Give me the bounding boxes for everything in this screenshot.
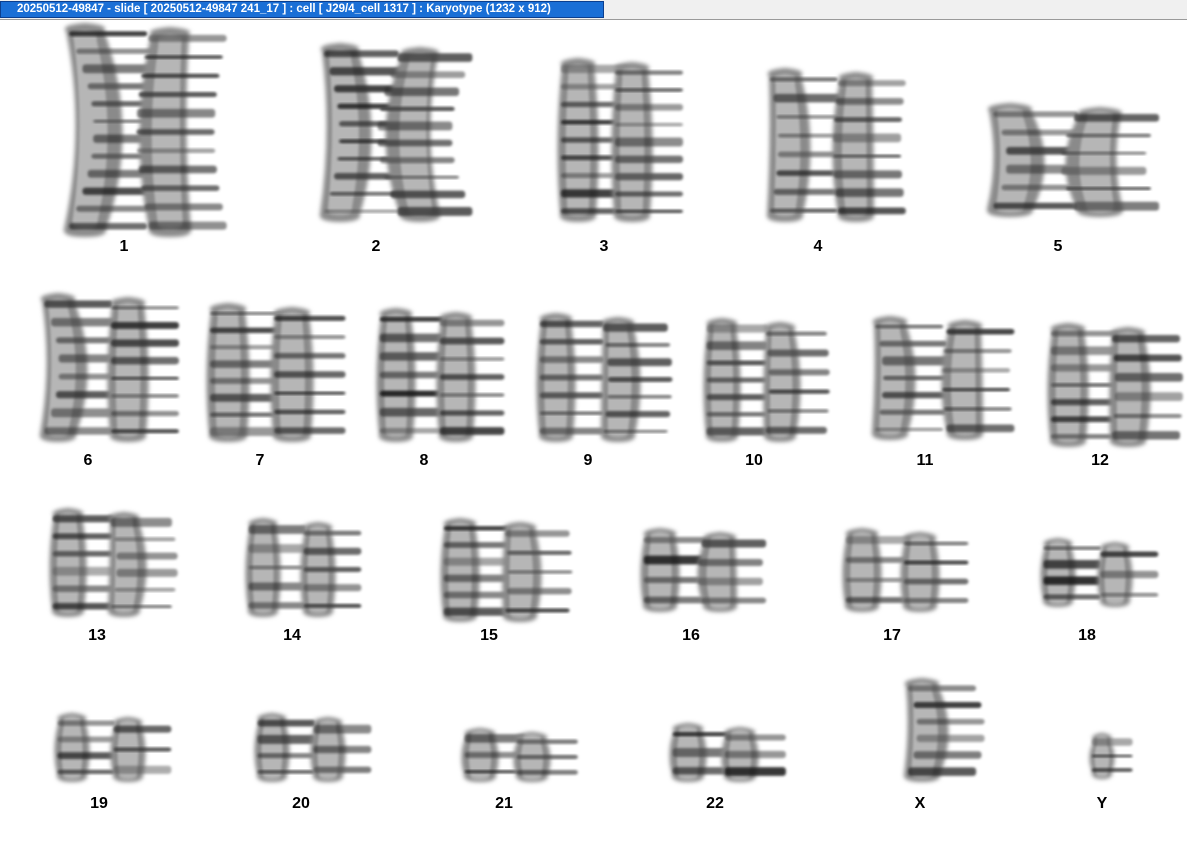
chromosome-label-x: X	[914, 795, 926, 812]
chromosome-19-b	[110, 717, 172, 782]
chromosome-14-a	[245, 518, 307, 617]
chromosome-2-b	[377, 47, 473, 222]
chromosome-y	[1089, 733, 1133, 779]
chromosome-21-a	[461, 728, 526, 782]
chromosome-label-19: 19	[90, 795, 108, 812]
chromosome-label-16: 16	[682, 627, 700, 644]
chromosome-9-a	[536, 313, 605, 442]
chromosome-6-b	[107, 297, 179, 442]
chromosome-3-b	[611, 62, 683, 222]
chromosome-21-b	[513, 732, 578, 782]
chromosome-label-20: 20	[292, 795, 310, 812]
chromosome-17-b	[900, 532, 969, 612]
chromosome-16-a	[640, 528, 709, 612]
karyotype-canvas: 1 2 3 4 5 6 7 8 9 10 11 12 13 14 15 16 17 18 19 20 21 22 X Y	[0, 20, 1187, 841]
chromosome-15-a	[440, 518, 509, 622]
chromosome-6-a	[39, 293, 127, 442]
chromosome-label-2: 2	[371, 238, 381, 255]
chromosome-20-b	[310, 717, 372, 782]
chromosome-label-7: 7	[255, 452, 265, 469]
chromosome-label-11: 11	[916, 452, 934, 469]
chromosome-label-15: 15	[480, 627, 498, 644]
chromosome-10-b	[763, 322, 830, 442]
chromosome-label-y: Y	[1096, 795, 1108, 812]
chromosome-label-21: 21	[495, 795, 513, 812]
window-title-tab[interactable]: 20250512-49847 - slide [ 20250512-49847 …	[0, 1, 604, 18]
chromosome-19-a	[54, 713, 116, 782]
chromosome-10-a	[703, 318, 768, 442]
chromosome-7-a	[206, 303, 282, 442]
chromosome-8-a	[376, 308, 445, 442]
chromosome-4-b	[832, 72, 906, 222]
chromosome-22-b	[721, 727, 786, 782]
chromosome-x	[903, 678, 985, 782]
chromosome-7-b	[270, 307, 346, 442]
chromosome-label-17: 17	[883, 627, 901, 644]
chromosome-1-b	[136, 27, 227, 237]
chromosome-label-22: 22	[706, 795, 724, 812]
chromosome-11-a	[871, 316, 951, 440]
chromosome-12-b	[1109, 327, 1183, 447]
chromosome-label-13: 13	[88, 627, 106, 644]
chromosome-5-a	[986, 103, 1092, 217]
chromosome-label-8: 8	[419, 452, 429, 469]
chromosome-label-18: 18	[1078, 627, 1096, 644]
chromosome-15-b	[502, 522, 573, 622]
chromosome-1-a	[63, 23, 172, 237]
chromosome-11-b	[941, 320, 1015, 440]
chromosome-label-10: 10	[745, 452, 763, 469]
chromosome-label-4: 4	[813, 238, 823, 255]
chromosome-9-b	[600, 317, 673, 442]
chromosome-label-9: 9	[583, 452, 593, 469]
chromosome-16-b	[697, 532, 767, 612]
title-bar: 20250512-49847 - slide [ 20250512-49847 …	[0, 0, 1187, 20]
chromosome-18-a	[1040, 538, 1102, 607]
chromosome-4-a	[766, 68, 846, 222]
chromosome-14-b	[300, 522, 362, 617]
chromosome-12-a	[1047, 323, 1119, 447]
chromosome-18-b	[1097, 542, 1159, 607]
chromosome-label-14: 14	[283, 627, 301, 644]
chromosome-8-b	[436, 312, 505, 442]
chromosome-22-a	[669, 723, 734, 782]
chromosome-label-1: 1	[119, 238, 129, 255]
chromosome-label-6: 6	[83, 452, 93, 469]
chromosome-13-b	[107, 512, 178, 617]
chromosome-label-5: 5	[1053, 238, 1063, 255]
chromosome-label-12: 12	[1091, 452, 1109, 469]
chromosome-13-a	[49, 508, 114, 617]
chromosome-5-b	[1061, 107, 1160, 217]
chromosome-17-a	[842, 528, 911, 612]
chromosome-20-a	[254, 713, 316, 782]
chromosome-3-a	[557, 58, 629, 222]
chromosome-label-3: 3	[599, 238, 609, 255]
chromosome-2-a	[319, 43, 414, 222]
